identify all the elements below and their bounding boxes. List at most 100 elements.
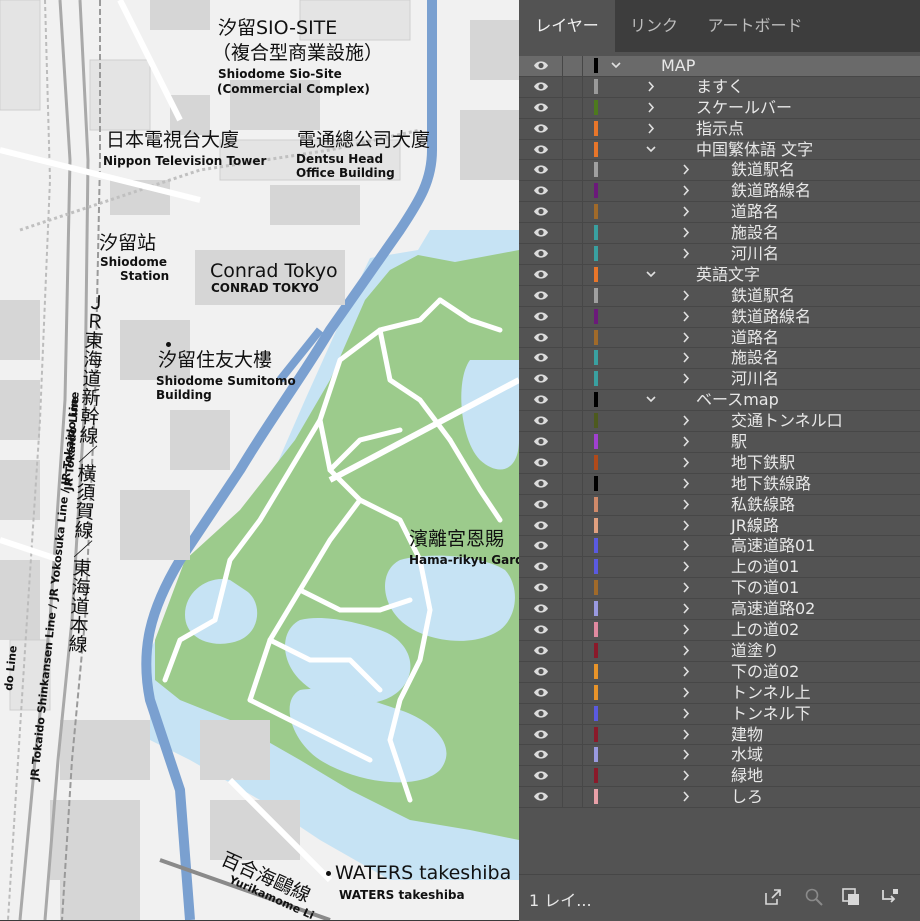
layer-row[interactable]: 鉄道路線名: [519, 181, 920, 203]
visibility-eye-icon[interactable]: [533, 289, 549, 302]
layer-row[interactable]: 英語文字: [519, 264, 920, 286]
chevron-right-icon[interactable]: [679, 328, 693, 347]
chevron-right-icon[interactable]: [679, 536, 693, 555]
visibility-eye-icon[interactable]: [533, 184, 549, 197]
visibility-eye-icon[interactable]: [533, 310, 549, 323]
layer-row[interactable]: 道塗り: [519, 640, 920, 662]
layer-name[interactable]: 河川名: [731, 244, 779, 263]
map-canvas[interactable]: 汐留SIO-SITE （複合型商業設施） Shiodome Sio-Site (…: [0, 0, 519, 920]
chevron-right-icon[interactable]: [679, 662, 693, 681]
visibility-eye-icon[interactable]: [533, 769, 549, 782]
layer-name[interactable]: 河川名: [731, 369, 779, 388]
layer-name[interactable]: 建物: [731, 725, 763, 744]
visibility-eye-icon[interactable]: [533, 143, 549, 156]
chevron-right-icon[interactable]: [679, 348, 693, 367]
visibility-eye-icon[interactable]: [533, 351, 549, 364]
layer-row[interactable]: 施設名: [519, 348, 920, 370]
layer-row[interactable]: 高速道路01: [519, 536, 920, 558]
layer-name[interactable]: 施設名: [731, 348, 779, 367]
layer-row[interactable]: 地下鉄線路: [519, 473, 920, 495]
layer-row[interactable]: 河川名: [519, 369, 920, 391]
chevron-right-icon[interactable]: [644, 77, 658, 96]
visibility-eye-icon[interactable]: [533, 226, 549, 239]
visibility-eye-icon[interactable]: [533, 790, 549, 803]
visibility-eye-icon[interactable]: [533, 728, 549, 741]
visibility-eye-icon[interactable]: [533, 163, 549, 176]
layer-row[interactable]: スケールバー: [519, 97, 920, 119]
layer-row[interactable]: 下の道02: [519, 661, 920, 683]
visibility-eye-icon[interactable]: [533, 623, 549, 636]
layer-row[interactable]: ベースmap: [519, 390, 920, 412]
chevron-right-icon[interactable]: [679, 557, 693, 576]
visibility-eye-icon[interactable]: [533, 498, 549, 511]
chevron-right-icon[interactable]: [679, 495, 693, 514]
visibility-eye-icon[interactable]: [533, 122, 549, 135]
chevron-right-icon[interactable]: [679, 181, 693, 200]
chevron-right-icon[interactable]: [679, 578, 693, 597]
chevron-right-icon[interactable]: [644, 119, 658, 138]
chevron-right-icon[interactable]: [679, 516, 693, 535]
chevron-right-icon[interactable]: [679, 620, 693, 639]
chevron-right-icon[interactable]: [679, 683, 693, 702]
visibility-eye-icon[interactable]: [533, 101, 549, 114]
visibility-eye-icon[interactable]: [533, 435, 549, 448]
layer-name[interactable]: 交通トンネル口: [731, 411, 843, 430]
visibility-eye-icon[interactable]: [533, 477, 549, 490]
visibility-eye-icon[interactable]: [533, 247, 549, 260]
visibility-eye-icon[interactable]: [533, 268, 549, 281]
chevron-down-icon[interactable]: [644, 390, 658, 409]
layer-row[interactable]: トンネル上: [519, 682, 920, 704]
layer-row[interactable]: 駅: [519, 432, 920, 453]
chevron-down-icon[interactable]: [644, 140, 658, 159]
visibility-eye-icon[interactable]: [533, 205, 549, 218]
layer-name[interactable]: 私鉄線路: [731, 495, 795, 514]
layer-name[interactable]: 地下鉄駅: [731, 453, 795, 472]
visibility-eye-icon[interactable]: [533, 414, 549, 427]
layer-name[interactable]: 指示点: [696, 119, 744, 138]
locate-object-icon[interactable]: [804, 887, 824, 907]
visibility-eye-icon[interactable]: [533, 665, 549, 678]
layer-row[interactable]: 鉄道駅名: [519, 160, 920, 182]
layer-row[interactable]: 下の道01: [519, 578, 920, 600]
layer-row[interactable]: 交通トンネル口: [519, 411, 920, 433]
layer-row[interactable]: 鉄道路線名: [519, 306, 920, 328]
layer-row[interactable]: しろ: [519, 787, 920, 809]
chevron-right-icon[interactable]: [679, 223, 693, 242]
chevron-right-icon[interactable]: [679, 202, 693, 221]
layer-name[interactable]: MAP: [661, 56, 695, 75]
visibility-eye-icon[interactable]: [533, 581, 549, 594]
make-clipping-mask-icon[interactable]: [841, 887, 861, 907]
layer-row[interactable]: 高速道路02: [519, 599, 920, 621]
layer-name[interactable]: 施設名: [731, 223, 779, 242]
chevron-right-icon[interactable]: [679, 411, 693, 430]
layer-name[interactable]: 水域: [731, 745, 763, 764]
layer-row[interactable]: 建物: [519, 724, 920, 746]
chevron-right-icon[interactable]: [679, 725, 693, 744]
layer-row[interactable]: JR線路: [519, 515, 920, 537]
chevron-right-icon[interactable]: [679, 432, 693, 451]
visibility-eye-icon[interactable]: [533, 393, 549, 406]
layer-row[interactable]: 上の道01: [519, 557, 920, 579]
chevron-right-icon[interactable]: [679, 286, 693, 305]
layer-name[interactable]: 上の道01: [731, 557, 799, 576]
tab-artboards[interactable]: アートボード: [693, 0, 817, 52]
layer-row[interactable]: 上の道02: [519, 620, 920, 641]
chevron-right-icon[interactable]: [679, 369, 693, 388]
chevron-down-icon[interactable]: [644, 265, 658, 284]
layer-row[interactable]: 鉄道駅名: [519, 285, 920, 307]
visibility-eye-icon[interactable]: [533, 707, 549, 720]
layer-row[interactable]: 指示点: [519, 118, 920, 140]
layer-name[interactable]: 鉄道路線名: [731, 181, 811, 200]
layer-name[interactable]: 下の道01: [731, 578, 799, 597]
layer-row[interactable]: 緑地: [519, 766, 920, 788]
new-sublayer-icon[interactable]: [879, 887, 899, 907]
visibility-eye-icon[interactable]: [533, 372, 549, 385]
layer-name[interactable]: 緑地: [731, 766, 763, 785]
chevron-right-icon[interactable]: [679, 766, 693, 785]
layer-row[interactable]: MAP: [519, 56, 920, 77]
layer-name[interactable]: 鉄道駅名: [731, 286, 795, 305]
layer-name[interactable]: 上の道02: [731, 620, 799, 639]
layer-name[interactable]: 道塗り: [731, 641, 779, 660]
visibility-eye-icon[interactable]: [533, 539, 549, 552]
layer-name[interactable]: 鉄道路線名: [731, 307, 811, 326]
